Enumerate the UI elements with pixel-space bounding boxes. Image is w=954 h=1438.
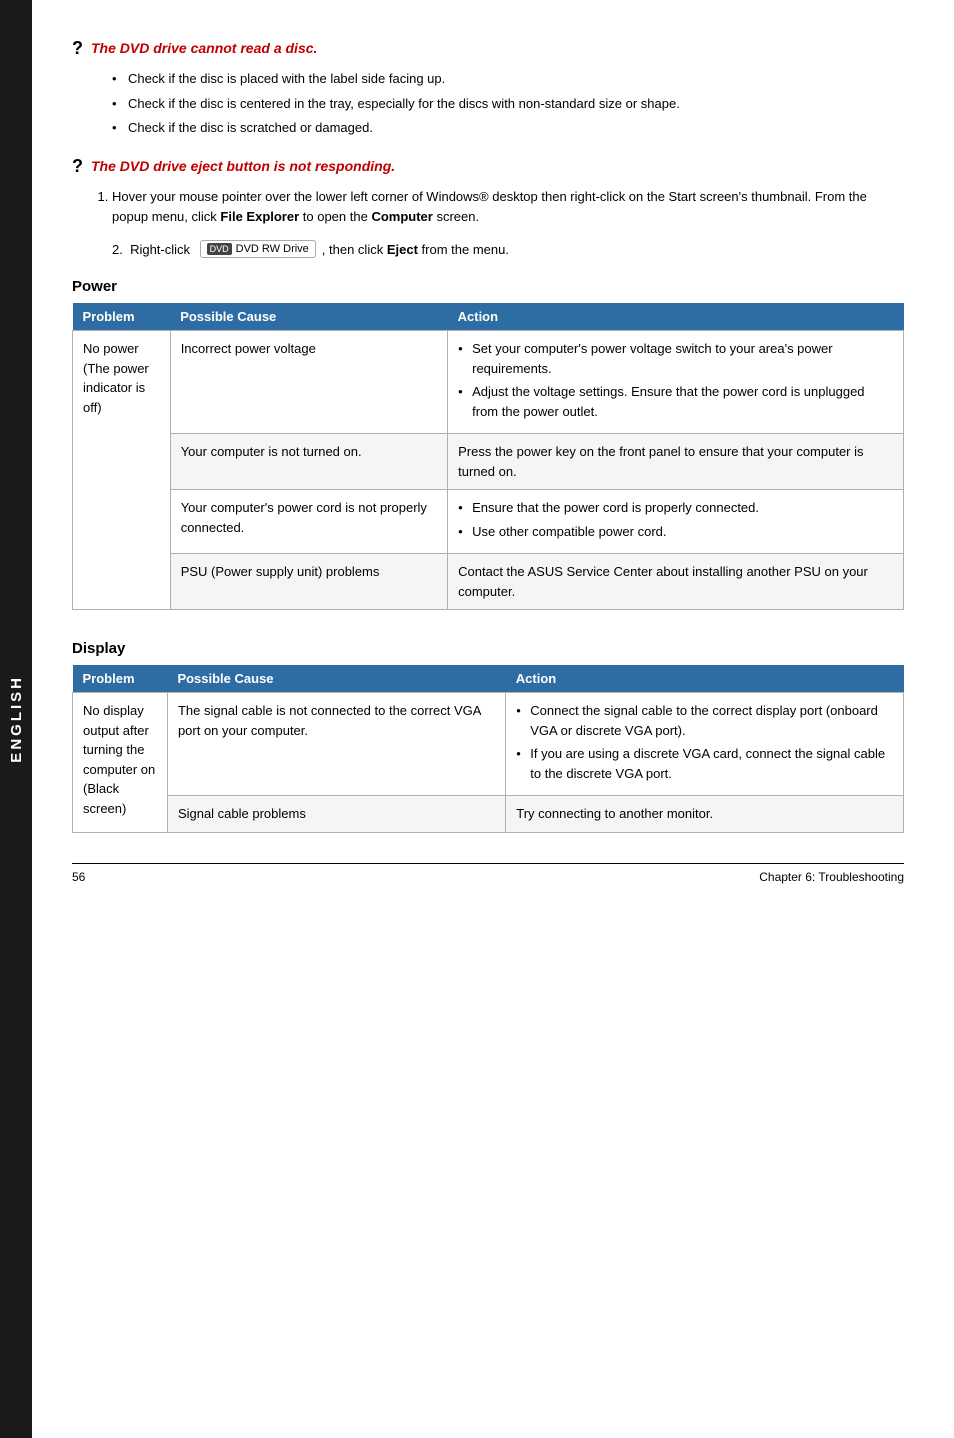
chapter-label: Chapter 6: Troubleshooting [759, 870, 904, 884]
display-table: Problem Possible Cause Action No display… [72, 665, 904, 833]
cause-cell: PSU (Power supply unit) problems [170, 554, 447, 610]
display-section-title: Display [72, 640, 904, 657]
faq-section-2: ? The DVD drive eject button is not resp… [72, 158, 904, 259]
sidebar-label: ENGLISH [8, 675, 25, 763]
dvd-icon: DVD DVD RW Drive [200, 240, 316, 258]
action-bullets: Set your computer's power voltage switch… [458, 339, 893, 421]
display-col-cause: Possible Cause [167, 665, 505, 693]
action-cell: Press the power key on the front panel t… [448, 434, 904, 490]
action-bullets: Connect the signal cable to the correct … [516, 701, 893, 783]
power-section-title: Power [72, 278, 904, 295]
list-item: Use other compatible power cord. [458, 522, 893, 542]
footer: 56 Chapter 6: Troubleshooting [72, 863, 904, 884]
list-item: Check if the disc is scratched or damage… [112, 118, 904, 138]
power-table: Problem Possible Cause Action No power(T… [72, 303, 904, 610]
cause-cell: Incorrect power voltage [170, 331, 447, 434]
faq-item-1: ? The DVD drive cannot read a disc. [72, 40, 904, 59]
power-col-action: Action [448, 303, 904, 331]
list-item: Check if the disc is placed with the lab… [112, 69, 904, 89]
list-item: If you are using a discrete VGA card, co… [516, 744, 893, 783]
faq-section-1: ? The DVD drive cannot read a disc. Chec… [72, 40, 904, 138]
table-row: Signal cable problems Try connecting to … [73, 796, 904, 833]
list-item: Check if the disc is centered in the tra… [112, 94, 904, 114]
faq-title-2: The DVD drive eject button is not respon… [91, 158, 395, 174]
action-cell: Set your computer's power voltage switch… [448, 331, 904, 434]
faq-item-2: ? The DVD drive eject button is not resp… [72, 158, 904, 177]
action-bullets: Ensure that the power cord is properly c… [458, 498, 893, 541]
dvd-drive-text: DVD RW Drive [236, 243, 309, 255]
problem-cell-power: No power(The powerindicator is off) [73, 331, 171, 610]
power-col-cause: Possible Cause [170, 303, 447, 331]
page-number: 56 [72, 870, 85, 884]
list-item: Set your computer's power voltage switch… [458, 339, 893, 378]
display-col-action: Action [506, 665, 904, 693]
list-item: Ensure that the power cord is properly c… [458, 498, 893, 518]
dvd-drive-row: 2. Right-click DVD DVD RW Drive , then c… [112, 240, 904, 258]
sidebar: ENGLISH [0, 0, 32, 1438]
cause-cell: The signal cable is not connected to the… [167, 693, 505, 796]
table-row: Your computer's power cord is not proper… [73, 490, 904, 554]
power-col-problem: Problem [73, 303, 171, 331]
action-cell: Connect the signal cable to the correct … [506, 693, 904, 796]
step2-suffix: , then click Eject from the menu. [322, 242, 509, 257]
table-row: Your computer is not turned on. Press th… [73, 434, 904, 490]
cause-cell: Signal cable problems [167, 796, 505, 833]
action-cell: Ensure that the power cord is properly c… [448, 490, 904, 554]
faq-q-1: ? [72, 38, 83, 59]
cause-cell: Your computer's power cord is not proper… [170, 490, 447, 554]
faq1-bullets: Check if the disc is placed with the lab… [112, 69, 904, 138]
cause-cell: Your computer is not turned on. [170, 434, 447, 490]
faq-q-2: ? [72, 156, 83, 177]
list-item: Hover your mouse pointer over the lower … [112, 187, 904, 229]
list-item: Adjust the voltage settings. Ensure that… [458, 382, 893, 421]
step2-label: 2. Right-click [112, 242, 194, 257]
faq-title-1: The DVD drive cannot read a disc. [91, 40, 317, 56]
dvd-label-badge: DVD [207, 243, 232, 255]
table-row: No displayoutput afterturning thecompute… [73, 693, 904, 796]
faq2-steps: Hover your mouse pointer over the lower … [112, 187, 904, 229]
main-content: ? The DVD drive cannot read a disc. Chec… [32, 0, 954, 1438]
list-item: Connect the signal cable to the correct … [516, 701, 893, 740]
table-row: PSU (Power supply unit) problems Contact… [73, 554, 904, 610]
problem-cell-display: No displayoutput afterturning thecompute… [73, 693, 168, 833]
display-col-problem: Problem [73, 665, 168, 693]
action-cell: Try connecting to another monitor. [506, 796, 904, 833]
table-row: No power(The powerindicator is off) Inco… [73, 331, 904, 434]
action-cell: Contact the ASUS Service Center about in… [448, 554, 904, 610]
